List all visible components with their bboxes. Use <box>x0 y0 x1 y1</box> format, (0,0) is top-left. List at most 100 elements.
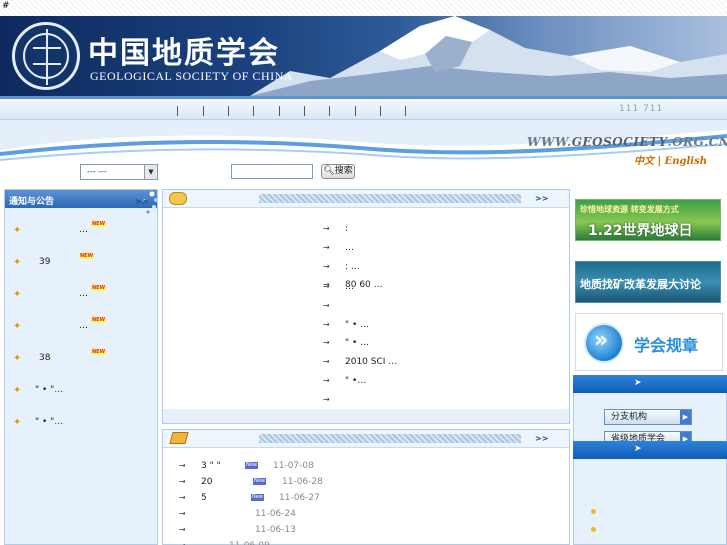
news-panel: >> → : → … → : … → … → → 80 60 … → " • … … <box>162 189 570 424</box>
new-badge: NEW <box>91 317 107 323</box>
notice-text[interactable]: … <box>79 321 88 331</box>
list-item[interactable]: ✦ 38 NEW <box>13 349 153 366</box>
notice-text[interactable]: " • "… <box>35 385 63 395</box>
arrow-icon: → <box>323 395 330 404</box>
news-text[interactable]: " •… <box>345 376 366 386</box>
url-suffix: .ORG.CN <box>667 135 727 149</box>
site-url[interactable]: WWW.GEOSOCIETY.ORG.CN <box>527 135 727 149</box>
nav-separator <box>304 106 305 116</box>
arrow-icon: → <box>179 509 186 518</box>
arrow-icon: → <box>323 357 330 366</box>
news-text[interactable]: 20 <box>201 477 212 487</box>
new-badge: NEW <box>79 253 95 259</box>
news-date: 11-06-24 <box>255 509 296 519</box>
new-badge: New <box>253 478 266 485</box>
notice-text[interactable]: " • "… <box>35 417 63 427</box>
mountain-image <box>250 16 727 96</box>
new-badge: NEW <box>91 285 107 291</box>
notice-text[interactable]: 38 <box>39 353 50 363</box>
arrow-icon: → <box>323 280 330 289</box>
arrow-icon: → <box>179 493 186 502</box>
right-sidebar: 珍惜地球资源 转变发展方式 1.22世界地球日 地质找矿改革发展大讨论 » 学会… <box>573 189 727 545</box>
new-badge: NEW <box>91 349 107 355</box>
star-bullet-icon: ✦ <box>13 417 22 428</box>
branch-org-button[interactable]: 分支机构 ▶ <box>604 409 692 425</box>
star-bullet-icon: ✦ <box>13 257 22 268</box>
notice-text[interactable]: … <box>79 289 88 299</box>
news-text[interactable]: " • … <box>345 338 369 348</box>
news-panel-2-header: >> <box>163 430 569 448</box>
search-button[interactable]: 🔍︎搜索 <box>321 164 355 179</box>
list-item[interactable]: ✦ " • "… <box>13 416 153 430</box>
rules-banner[interactable]: » 学会规章 <box>575 313 723 371</box>
news-text[interactable]: … <box>345 243 354 253</box>
site-name-cn: 中国地质学会 <box>88 36 280 71</box>
nav-separator <box>177 106 178 116</box>
chevron-down-icon[interactable]: ▼ <box>144 165 157 179</box>
nav-separator <box>203 106 204 116</box>
list-item[interactable]: ✦ … NEW <box>13 285 153 302</box>
arrow-icon: ➤ <box>634 378 642 388</box>
notices-panel: 通知与公告 >> ✦ … NEW ✦ 39 NEW ✦ … NEW ✦ … NE <box>4 189 158 545</box>
list-item[interactable]: ✦ 39 NEW <box>13 253 153 270</box>
news-text[interactable]: : <box>345 224 348 234</box>
notice-text[interactable]: … <box>79 225 88 235</box>
arrow-icon: → <box>323 301 330 310</box>
news-date: 11-07-08 <box>273 461 314 471</box>
news-text[interactable]: 5 <box>201 493 207 503</box>
search-input[interactable] <box>231 164 313 179</box>
header-stripe <box>259 434 521 443</box>
news-panel-2: >> → 3 " " New 11-07-08 → 20 New 11-06-2… <box>162 429 570 545</box>
news-text[interactable]: " • … <box>345 320 369 330</box>
nav-separator <box>253 106 254 116</box>
bullet-icon <box>591 527 596 532</box>
news-date: 11-06-28 <box>282 477 323 487</box>
go-arrow-icon[interactable]: ▶ <box>680 410 691 424</box>
seal-logo-icon[interactable] <box>12 22 80 90</box>
category-select[interactable]: --- --- ▼ <box>80 164 158 180</box>
news2-more-link[interactable]: >> <box>535 434 548 443</box>
star-bullet-icon: ✦ <box>13 289 22 300</box>
earth-day-banner[interactable]: 珍惜地球资源 转变发展方式 1.22世界地球日 <box>575 199 721 241</box>
news-date: 11-06-13 <box>255 525 296 535</box>
news-date: 11-06-27 <box>279 493 320 503</box>
star-bullet-icon: ✦ <box>13 353 22 364</box>
notice-text[interactable]: 39 <box>39 257 50 267</box>
arrow-icon: → <box>179 525 186 534</box>
hash-mark: # <box>2 1 10 11</box>
star-bullet-icon: ✦ <box>13 385 22 396</box>
news-more-link[interactable]: >> <box>535 194 548 203</box>
section-bar-2: ➤ <box>573 441 727 459</box>
url-prefix: WWW. <box>527 135 572 149</box>
news-text[interactable]: : … <box>345 262 360 272</box>
rules-title: 学会规章 <box>634 336 699 355</box>
new-badge: New <box>251 494 264 501</box>
nav-separator <box>228 106 229 116</box>
star-bullet-icon: ✦ <box>13 321 22 332</box>
language-switch[interactable]: 中文 | English <box>634 152 707 167</box>
select-value: --- --- <box>87 167 107 176</box>
section-bar-1: ➤ <box>573 375 727 393</box>
earth-day-slogan: 珍惜地球资源 转变发展方式 <box>580 205 679 214</box>
notices-more-link[interactable]: >> <box>135 197 148 206</box>
list-item[interactable]: ✦ … NEW <box>13 317 153 334</box>
list-item[interactable]: ✦ " • "… <box>13 384 153 398</box>
arrow-icon: ➤ <box>634 444 642 454</box>
news-text[interactable]: 80 60 … <box>345 280 383 290</box>
star-bullet-icon: ✦ <box>13 225 22 236</box>
header-banner: 中国地质学会 GEOLOGICAL SOCIETY OF CHINA <box>0 16 727 96</box>
new-badge: New <box>245 462 258 469</box>
news-panel-footer <box>163 409 569 423</box>
nav-separator <box>329 106 330 116</box>
nav-separator <box>380 106 381 116</box>
url-domain: GEOSOCIETY <box>571 135 668 149</box>
top-stripe <box>0 0 727 16</box>
main-nav: 111 711 <box>0 96 727 120</box>
page: # 中国地质学会 GEOLOGICAL SOCIETY OF CHINA 111… <box>0 0 727 545</box>
list-item[interactable]: ✦ … NEW <box>13 221 153 238</box>
news-text[interactable]: 3 " " <box>201 461 221 471</box>
arrow-icon: → <box>323 262 330 271</box>
mining-discussion-banner[interactable]: 地质找矿改革发展大讨论 <box>575 261 721 303</box>
arrow-icon: → <box>179 541 186 545</box>
news-text[interactable]: 2010 SCI … <box>345 357 397 367</box>
